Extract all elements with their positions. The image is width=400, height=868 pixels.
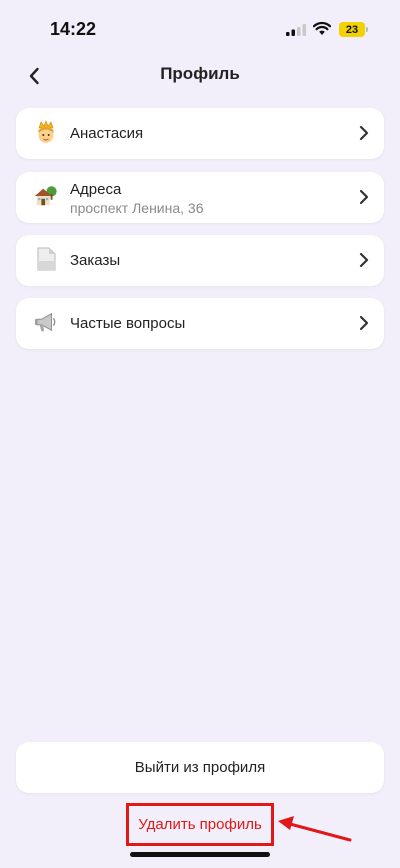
status-bar: 14:22 23	[0, 0, 400, 56]
red-arrow-icon	[278, 816, 352, 842]
home-indicator	[130, 852, 270, 857]
menu-item-label: Заказы	[70, 252, 121, 269]
delete-profile-button[interactable]: Удалить профиль	[126, 803, 274, 846]
menu-item-label: Анастасия	[70, 125, 144, 142]
megaphone-icon	[34, 310, 58, 334]
status-time: 14:22	[50, 19, 97, 39]
cellular-signal-icon	[286, 24, 306, 36]
logout-button[interactable]: Выйти из профиля	[16, 742, 384, 793]
page-title: Профиль	[160, 64, 240, 83]
battery-nub	[366, 27, 368, 32]
menu-item-profile-name[interactable]: Анастасия	[16, 108, 384, 159]
menu-item-label: Частые вопросы	[70, 315, 186, 332]
document-icon	[34, 247, 58, 271]
house-icon	[34, 184, 58, 208]
menu-item-sublabel: проспект Ленина, 36	[70, 200, 204, 216]
chevron-right-icon	[359, 252, 369, 268]
wifi-icon	[313, 21, 331, 35]
chevron-right-icon	[359, 125, 369, 141]
chevron-right-icon	[359, 189, 369, 205]
menu-item-addresses[interactable]: Адреса проспект Ленина, 36	[16, 172, 384, 223]
crown-face-icon	[34, 120, 58, 144]
chevron-right-icon	[359, 315, 369, 331]
battery-icon: 23	[339, 22, 365, 37]
menu-item-faq[interactable]: Частые вопросы	[16, 298, 384, 349]
battery-level: 23	[345, 23, 359, 36]
menu-item-label: Адреса	[70, 181, 122, 198]
menu-item-orders[interactable]: Заказы	[16, 235, 384, 286]
